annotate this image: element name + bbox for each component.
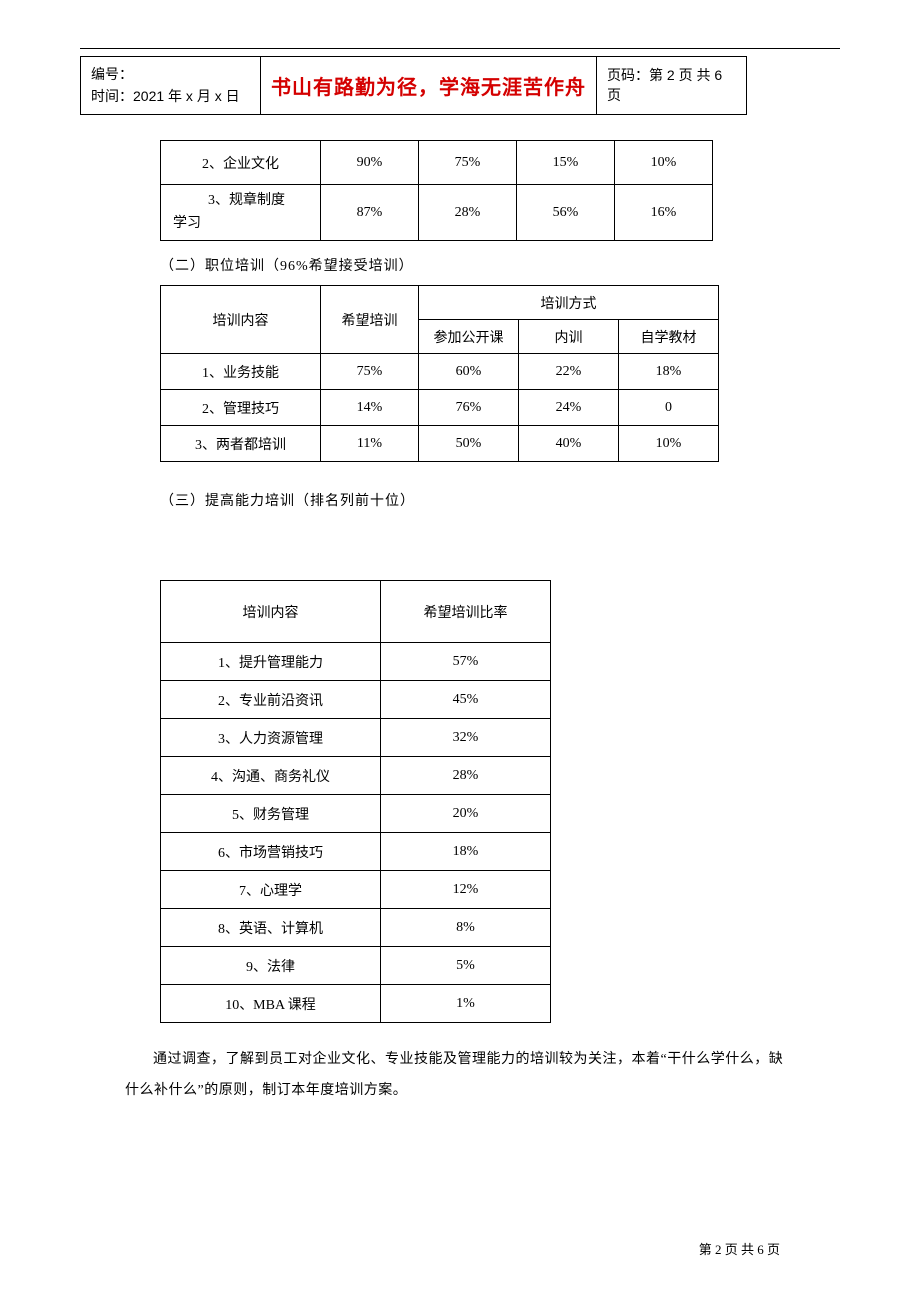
t2-r3-m1: 50% xyxy=(419,426,519,462)
t2-r1-m2: 22% xyxy=(519,354,619,390)
t1-row1-v4: 10% xyxy=(615,141,713,185)
t2-r1-label: 1、业务技能 xyxy=(161,354,321,390)
t3-r10-b: 1% xyxy=(381,985,551,1023)
t2-r1-m1: 60% xyxy=(419,354,519,390)
t2-col-m3: 自学教材 xyxy=(619,320,719,354)
top-horizontal-rule xyxy=(80,48,840,49)
document-content: 2、企业文化 90% 75% 15% 10% 3、规章制度 学习 87% 28%… xyxy=(120,140,800,1107)
table-header-row: 培训内容 希望培训 培训方式 xyxy=(161,286,719,320)
header-page-indicator: 页码：第 2 页 共 6 页 xyxy=(607,67,722,103)
header-center-cell: 书山有路勤为径，学海无涯苦作舟 xyxy=(261,57,597,115)
t2-r2-m3: 0 xyxy=(619,390,719,426)
t2-r3-hope: 11% xyxy=(321,426,419,462)
table-row: 9、法律5% xyxy=(161,947,551,985)
table-3: 培训内容 希望培训比率 1、提升管理能力57% 2、专业前沿资讯45% 3、人力… xyxy=(160,580,551,1023)
t2-r2-hope: 14% xyxy=(321,390,419,426)
t2-r2-m1: 76% xyxy=(419,390,519,426)
doc-number-label: 编号： xyxy=(91,63,250,85)
t3-r9-b: 5% xyxy=(381,947,551,985)
table-row: 4、沟通、商务礼仪28% xyxy=(161,757,551,795)
header-right-cell: 页码：第 2 页 共 6 页 xyxy=(597,57,747,115)
t3-r2-b: 45% xyxy=(381,681,551,719)
page-footer: 第 2 页 共 6 页 xyxy=(699,1239,780,1258)
t3-r3-a: 3、人力资源管理 xyxy=(161,719,381,757)
header-motto: 书山有路勤为径，学海无涯苦作舟 xyxy=(271,77,586,99)
t2-r1-m3: 18% xyxy=(619,354,719,390)
t1-row1-v1: 90% xyxy=(321,141,419,185)
t2-col-content: 培训内容 xyxy=(161,286,321,354)
t3-r2-a: 2、专业前沿资讯 xyxy=(161,681,381,719)
table-header-row: 培训内容 希望培训比率 xyxy=(161,581,551,643)
table-1: 2、企业文化 90% 75% 15% 10% 3、规章制度 学习 87% 28%… xyxy=(160,140,713,241)
table-row: 8、英语、计算机8% xyxy=(161,909,551,947)
t1-row2-v3: 56% xyxy=(517,185,615,241)
t2-r3-m3: 10% xyxy=(619,426,719,462)
t1-row2-v4: 16% xyxy=(615,185,713,241)
table-row: 2、企业文化 90% 75% 15% 10% xyxy=(161,141,713,185)
table-row: 3、人力资源管理32% xyxy=(161,719,551,757)
t2-r3-label: 3、两者都培训 xyxy=(161,426,321,462)
t1-row2-label-top: 3、规章制度 xyxy=(173,190,320,212)
table-row: 3、两者都培训 11% 50% 40% 10% xyxy=(161,426,719,462)
header-left-cell: 编号： 时间：2021 年 x 月 x 日 xyxy=(81,57,261,115)
table-row: 2、管理技巧 14% 76% 24% 0 xyxy=(161,390,719,426)
t1-row2-label-bottom: 学习 xyxy=(173,213,320,235)
t1-row2-v2: 28% xyxy=(419,185,517,241)
t1-row1-v2: 75% xyxy=(419,141,517,185)
t2-col-method-group: 培训方式 xyxy=(419,286,719,320)
table-row: 2、专业前沿资讯45% xyxy=(161,681,551,719)
t2-col-m1: 参加公开课 xyxy=(419,320,519,354)
page-header-table: 编号： 时间：2021 年 x 月 x 日 书山有路勤为径，学海无涯苦作舟 页码… xyxy=(80,56,747,115)
table-row: 10、MBA 课程1% xyxy=(161,985,551,1023)
table-row: 1、业务技能 75% 60% 22% 18% xyxy=(161,354,719,390)
table-row: 5、财务管理20% xyxy=(161,795,551,833)
table-row: 1、提升管理能力57% xyxy=(161,643,551,681)
t3-r8-b: 8% xyxy=(381,909,551,947)
doc-date-label: 时间：2021 年 x 月 x 日 xyxy=(91,85,250,107)
t3-r3-b: 32% xyxy=(381,719,551,757)
t2-r2-m2: 24% xyxy=(519,390,619,426)
t3-r5-a: 5、财务管理 xyxy=(161,795,381,833)
t3-col-b: 希望培训比率 xyxy=(381,581,551,643)
t3-r7-a: 7、心理学 xyxy=(161,871,381,909)
t2-col-m2: 内训 xyxy=(519,320,619,354)
t3-r9-a: 9、法律 xyxy=(161,947,381,985)
table-row: 7、心理学12% xyxy=(161,871,551,909)
t3-r4-a: 4、沟通、商务礼仪 xyxy=(161,757,381,795)
t3-r6-a: 6、市场营销技巧 xyxy=(161,833,381,871)
t1-row2-label: 3、规章制度 学习 xyxy=(161,185,321,241)
t3-r8-a: 8、英语、计算机 xyxy=(161,909,381,947)
t3-r1-a: 1、提升管理能力 xyxy=(161,643,381,681)
t3-col-a: 培训内容 xyxy=(161,581,381,643)
section-3-heading: （三）提高能力培训（排名列前十位） xyxy=(160,490,800,510)
t2-r1-hope: 75% xyxy=(321,354,419,390)
t1-row1-v3: 15% xyxy=(517,141,615,185)
t3-r7-b: 12% xyxy=(381,871,551,909)
t3-r6-b: 18% xyxy=(381,833,551,871)
section-2-heading: （二）职位培训（96%希望接受培训） xyxy=(160,255,800,275)
t1-row2-v1: 87% xyxy=(321,185,419,241)
t3-r10-a: 10、MBA 课程 xyxy=(161,985,381,1023)
t3-r1-b: 57% xyxy=(381,643,551,681)
table-2: 培训内容 希望培训 培训方式 参加公开课 内训 自学教材 1、业务技能 75% … xyxy=(160,285,719,462)
table-row: 3、规章制度 学习 87% 28% 56% 16% xyxy=(161,185,713,241)
t1-row1-label: 2、企业文化 xyxy=(161,141,321,185)
t2-r3-m2: 40% xyxy=(519,426,619,462)
t2-r2-label: 2、管理技巧 xyxy=(161,390,321,426)
table-row: 6、市场营销技巧18% xyxy=(161,833,551,871)
t3-r4-b: 28% xyxy=(381,757,551,795)
t3-r5-b: 20% xyxy=(381,795,551,833)
t2-col-hope: 希望培训 xyxy=(321,286,419,354)
summary-paragraph: 通过调查，了解到员工对企业文化、专业技能及管理能力的培训较为关注，本着“干什么学… xyxy=(120,1045,800,1107)
